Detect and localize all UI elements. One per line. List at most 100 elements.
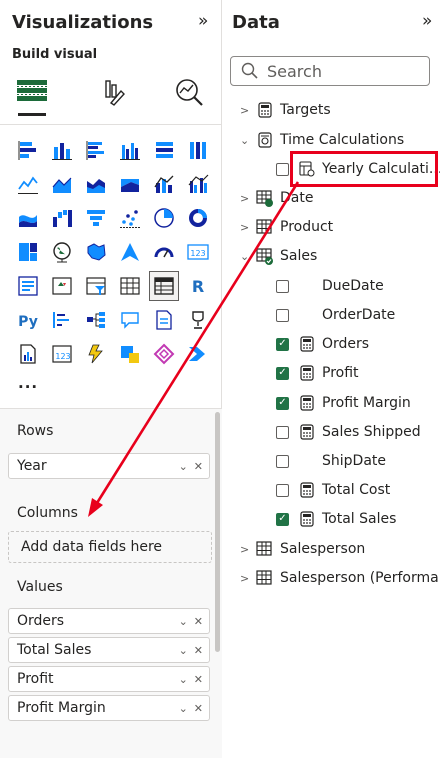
- field-row-total-cost[interactable]: Total Cost: [276, 477, 390, 503]
- remove-field-icon[interactable]: ✕: [194, 460, 203, 473]
- chevron-down-icon[interactable]: ⌄: [179, 702, 188, 715]
- table-row-salesperson-performance[interactable]: > Salesperson (Performa...: [240, 565, 440, 591]
- checkbox-checked[interactable]: [276, 366, 289, 380]
- values-field-profit-margin[interactable]: Profit Margin ⌄ ✕: [8, 695, 210, 721]
- clustered-bar-chart-icon[interactable]: [82, 136, 110, 164]
- custom-visual-icon[interactable]: [116, 340, 144, 368]
- checkbox[interactable]: [276, 454, 289, 468]
- chevron-down-icon[interactable]: ⌄: [179, 615, 188, 628]
- remove-field-icon[interactable]: ✕: [194, 644, 203, 657]
- field-row-orderdate[interactable]: OrderDate: [276, 302, 395, 328]
- funnel-chart-icon[interactable]: [82, 204, 110, 232]
- treemap-icon[interactable]: [14, 238, 42, 266]
- pie-chart-icon[interactable]: [150, 204, 178, 232]
- checkbox-checked[interactable]: [276, 512, 289, 526]
- scatter-chart-icon[interactable]: [116, 204, 144, 232]
- chevron-down-icon[interactable]: ⌄: [240, 250, 256, 263]
- paginated-report-icon[interactable]: [14, 340, 42, 368]
- chevron-right-icon[interactable]: >: [240, 221, 256, 234]
- analytics-tab[interactable]: [170, 72, 210, 112]
- search-box[interactable]: Search: [230, 56, 430, 86]
- collapse-visualizations-button[interactable]: »: [198, 11, 208, 31]
- more-visuals-button[interactable]: ...: [18, 374, 38, 392]
- table-row-salesperson[interactable]: > Salesperson: [240, 536, 365, 562]
- waterfall-chart-icon[interactable]: [48, 204, 76, 232]
- values-field-total-sales[interactable]: Total Sales ⌄ ✕: [8, 637, 210, 663]
- field-row-orders[interactable]: Orders: [276, 331, 369, 357]
- remove-field-icon[interactable]: ✕: [194, 702, 203, 715]
- multi-row-card-icon[interactable]: [14, 272, 42, 300]
- field-row-total-sales[interactable]: Total Sales: [276, 506, 396, 532]
- checkbox-checked[interactable]: [276, 396, 289, 410]
- checkbox[interactable]: [276, 162, 289, 176]
- chevron-down-icon[interactable]: ⌄: [240, 134, 256, 147]
- checkbox-checked[interactable]: [276, 337, 289, 351]
- line-chart-icon[interactable]: [14, 170, 42, 198]
- waterfall-stream-icon[interactable]: [14, 204, 42, 232]
- decomposition-tree-icon[interactable]: [82, 306, 110, 334]
- table-row-targets[interactable]: > Targets: [240, 97, 331, 123]
- table-row-product[interactable]: > Product: [240, 214, 333, 240]
- checkbox[interactable]: [276, 308, 289, 322]
- rows-field-year[interactable]: Year ⌄ ✕: [8, 453, 210, 479]
- area-chart-icon[interactable]: [48, 170, 76, 198]
- checkbox[interactable]: [276, 483, 289, 497]
- field-row-duedate[interactable]: DueDate: [276, 273, 384, 299]
- slicer-icon[interactable]: [82, 272, 110, 300]
- gauge-icon[interactable]: [150, 238, 178, 266]
- chevron-right-icon[interactable]: >: [240, 104, 256, 117]
- table-row-sales[interactable]: ⌄ Sales: [240, 243, 317, 269]
- filled-map-icon[interactable]: [82, 238, 110, 266]
- stacked-column-chart-icon[interactable]: [48, 136, 76, 164]
- donut-chart-icon[interactable]: [184, 204, 212, 232]
- power-automate-chevron-icon[interactable]: [184, 340, 212, 368]
- kpi-icon[interactable]: [48, 272, 76, 300]
- values-field-orders[interactable]: Orders ⌄ ✕: [8, 608, 210, 634]
- remove-field-icon[interactable]: ✕: [194, 615, 203, 628]
- line-and-clustered-column-icon[interactable]: [184, 170, 212, 198]
- chevron-down-icon[interactable]: ⌄: [179, 460, 188, 473]
- 100-stacked-column-icon[interactable]: [184, 136, 212, 164]
- power-automate-icon[interactable]: [82, 340, 110, 368]
- clustered-column-chart-icon[interactable]: [116, 136, 144, 164]
- chevron-down-icon[interactable]: ⌄: [179, 673, 188, 686]
- python-visual-icon[interactable]: Py: [14, 306, 42, 334]
- 100-stacked-bar-icon[interactable]: [150, 136, 178, 164]
- remove-field-icon[interactable]: ✕: [194, 673, 203, 686]
- field-row-sales-shipped[interactable]: Sales Shipped: [276, 419, 421, 445]
- checkbox[interactable]: [276, 425, 289, 439]
- collapse-data-button[interactable]: »: [422, 11, 432, 31]
- map-globe-icon[interactable]: [48, 238, 76, 266]
- qa-visual-icon[interactable]: [116, 306, 144, 334]
- smart-narrative-icon[interactable]: [150, 306, 178, 334]
- stacked-area-chart-icon[interactable]: [82, 170, 110, 198]
- chevron-down-icon[interactable]: ⌄: [179, 644, 188, 657]
- key-influencers-icon[interactable]: [48, 306, 76, 334]
- appsource-diamond-icon[interactable]: [150, 340, 178, 368]
- azure-map-icon[interactable]: [116, 238, 144, 266]
- field-row-profit[interactable]: Profit: [276, 360, 359, 386]
- field-wells-scrollbar[interactable]: [215, 412, 220, 652]
- table-row-time-calculations[interactable]: ⌄ Time Calculations: [240, 127, 404, 153]
- power-apps-icon[interactable]: 123: [48, 340, 76, 368]
- goals-trophy-icon[interactable]: [184, 306, 212, 334]
- field-row-shipdate[interactable]: ShipDate: [276, 448, 386, 474]
- table-icon[interactable]: [116, 272, 144, 300]
- field-row-profit-margin[interactable]: Profit Margin: [276, 390, 411, 416]
- build-visual-tab[interactable]: [12, 72, 52, 116]
- line-and-column-chart-icon[interactable]: [150, 170, 178, 198]
- search-input[interactable]: Search: [267, 62, 322, 81]
- matrix-icon[interactable]: [149, 271, 179, 301]
- chevron-right-icon[interactable]: >: [240, 192, 256, 205]
- columns-drop-zone[interactable]: Add data fields here: [8, 531, 212, 563]
- checkbox[interactable]: [276, 279, 289, 293]
- r-script-visual-icon[interactable]: R: [184, 272, 212, 300]
- stacked-bar-chart-icon[interactable]: [14, 136, 42, 164]
- table-row-date[interactable]: > Date: [240, 185, 313, 211]
- values-field-profit[interactable]: Profit ⌄ ✕: [8, 666, 210, 692]
- chevron-right-icon[interactable]: >: [240, 543, 256, 556]
- format-visual-tab[interactable]: [92, 72, 132, 112]
- chevron-right-icon[interactable]: >: [240, 572, 256, 585]
- card-icon[interactable]: 123: [184, 238, 212, 266]
- ribbon-chart-icon[interactable]: [116, 170, 144, 198]
